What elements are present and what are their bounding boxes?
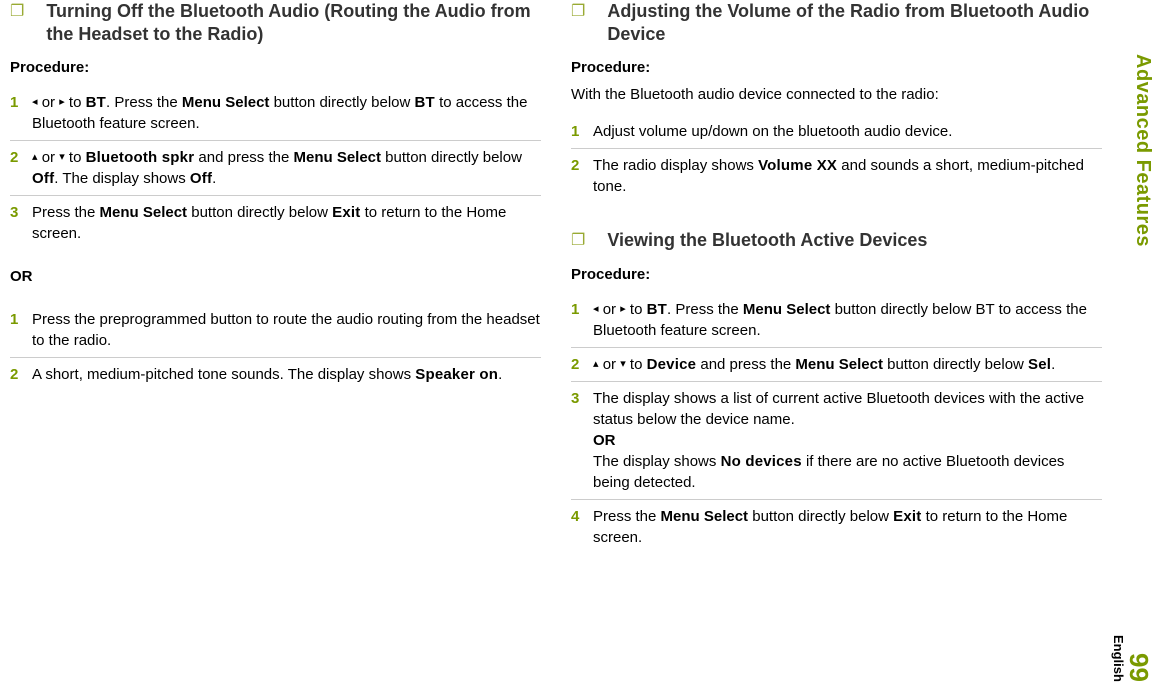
step-number: 1 (571, 121, 593, 142)
step-item: 2 A short, medium-pitched tone sounds. T… (10, 358, 541, 391)
section-title: Adjusting the Volume of the Radio from B… (591, 0, 1102, 45)
step-item: 1 ◂ or ▸ to BT. Press the Menu Select bu… (10, 86, 541, 141)
or-label: OR (593, 432, 616, 449)
document-icon: ❐ (571, 2, 585, 22)
section-title: Viewing the Bluetooth Active Devices (591, 229, 927, 252)
step-number: 2 (571, 354, 593, 375)
steps-list: 1 Press the preprogrammed button to rout… (10, 303, 541, 391)
right-column: ❐ Adjusting the Volume of the Radio from… (571, 0, 1102, 554)
step-item: 2 ▴ or ▾ to Device and press the Menu Se… (571, 348, 1102, 382)
section-heading: ❐ Turning Off the Bluetooth Audio (Routi… (10, 0, 541, 45)
step-number: 2 (10, 147, 32, 168)
procedure-label: Procedure: (571, 266, 1102, 283)
intro-text: With the Bluetooth audio device connecte… (571, 86, 1102, 103)
procedure-label: Procedure: (10, 59, 541, 76)
steps-list: 1 ◂ or ▸ to BT. Press the Menu Select bu… (571, 293, 1102, 554)
procedure-label: Procedure: (571, 59, 1102, 76)
step-number: 2 (571, 155, 593, 176)
step-item: 3 Press the Menu Select button directly … (10, 196, 541, 250)
step-item: 1 Adjust volume up/down on the bluetooth… (571, 115, 1102, 149)
section-tab: Advanced Features (1131, 54, 1154, 247)
step-number: 1 (10, 309, 32, 330)
document-icon: ❐ (571, 231, 585, 251)
step-number: 1 (10, 92, 32, 113)
step-number: 3 (571, 388, 593, 409)
steps-list: 1 Adjust volume up/down on the bluetooth… (571, 115, 1102, 203)
section-heading: ❐ Viewing the Bluetooth Active Devices (571, 229, 1102, 252)
section-title: Turning Off the Bluetooth Audio (Routing… (30, 0, 541, 45)
steps-list: 1 ◂ or ▸ to BT. Press the Menu Select bu… (10, 86, 541, 250)
document-page: Advanced Features English 99 ❐ Turning O… (0, 0, 1162, 696)
or-label: OR (10, 268, 541, 285)
step-number: 4 (571, 506, 593, 527)
document-icon: ❐ (10, 2, 24, 22)
step-number: 3 (10, 202, 32, 223)
step-number: 1 (571, 299, 593, 320)
page-number: 99 (1123, 653, 1154, 682)
section-heading: ❐ Adjusting the Volume of the Radio from… (571, 0, 1102, 45)
step-number: 2 (10, 364, 32, 385)
left-column: ❐ Turning Off the Bluetooth Audio (Routi… (10, 0, 541, 554)
step-item: 1 Press the preprogrammed button to rout… (10, 303, 541, 358)
step-item: 4 Press the Menu Select button directly … (571, 500, 1102, 554)
step-item: 3 The display shows a list of current ac… (571, 382, 1102, 500)
step-item: 2 ▴ or ▾ to Bluetooth spkr and press the… (10, 141, 541, 196)
step-item: 2 The radio display shows Volume XX and … (571, 149, 1102, 203)
step-item: 1 ◂ or ▸ to BT. Press the Menu Select bu… (571, 293, 1102, 348)
